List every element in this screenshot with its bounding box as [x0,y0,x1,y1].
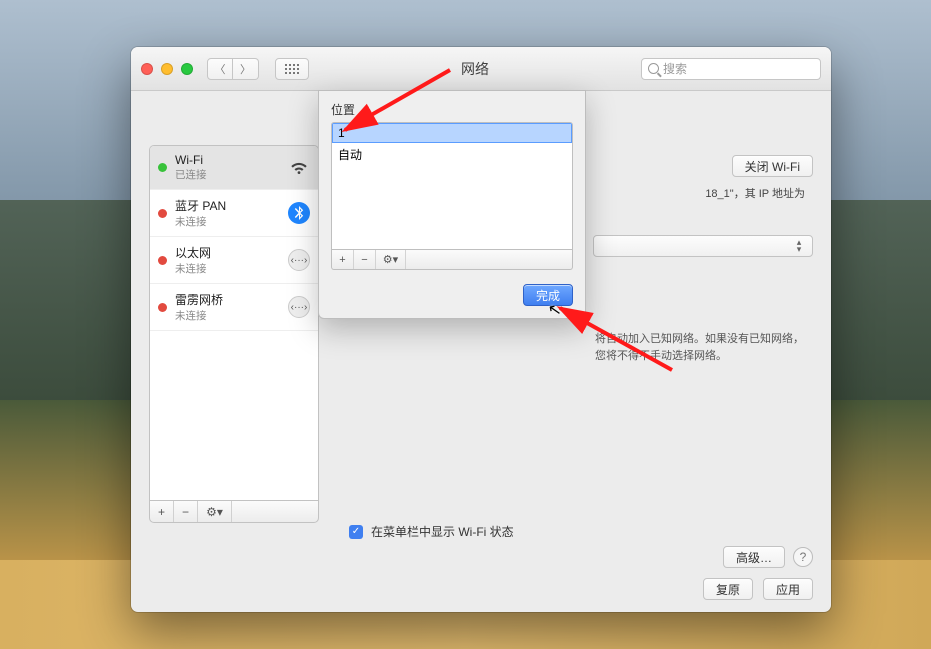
service-actions-button[interactable]: ⚙︎▾ [198,501,232,522]
show-menubar-label: 在菜单栏中显示 Wi-Fi 状态 [371,523,514,540]
turn-off-wifi-button[interactable]: 关闭 Wi-Fi [732,155,813,177]
service-item-wifi[interactable]: Wi-Fi 已连接 [150,146,318,190]
service-item-thunderbolt[interactable]: 雷雳网桥 未连接 ‹···› [150,284,318,331]
traffic-lights [141,63,193,75]
sheet-title: 位置 [331,101,573,118]
help-button[interactable]: ? [793,547,813,567]
bluetooth-icon [288,202,310,224]
forward-button[interactable]: 〉 [233,58,259,80]
auto-join-help-text: 将自动加入已知网络。如果没有已知网络，您将不得不手动选择网络。 [595,331,805,364]
service-name: 蓝牙 PAN [175,197,280,214]
show-all-button[interactable] [275,58,309,80]
service-name: 雷雳网桥 [175,291,280,308]
close-icon[interactable] [141,63,153,75]
service-name: Wi-Fi [175,153,280,167]
titlebar: 〈 〉 网络 搜索 [131,47,831,91]
status-dot-icon [158,163,167,172]
advanced-button[interactable]: 高级… [723,546,785,568]
service-item-bluetooth[interactable]: 蓝牙 PAN 未连接 [150,190,318,237]
add-service-button[interactable]: + [150,501,174,522]
location-item[interactable]: 1 [332,123,572,143]
thunderbolt-icon: ‹···› [288,296,310,318]
add-location-button[interactable]: + [332,250,354,269]
service-name: 以太网 [175,244,280,261]
search-input[interactable]: 搜索 [641,58,821,80]
revert-button[interactable]: 复原 [703,578,753,600]
remove-location-button[interactable]: − [354,250,376,269]
apply-button[interactable]: 应用 [763,578,813,600]
service-status: 未连接 [175,214,280,229]
back-button[interactable]: 〈 [207,58,233,80]
connection-status-text: 18_1"，其 IP 地址为 [705,185,805,201]
window-title: 网络 [317,59,633,79]
service-status: 已连接 [175,167,280,182]
location-actions-button[interactable]: ⚙︎▾ [376,250,406,269]
network-name-select[interactable]: ▴▾ [593,235,813,257]
service-sidebar: Wi-Fi 已连接 蓝牙 PAN 未连接 [149,145,319,523]
search-icon [648,63,659,74]
status-dot-icon [158,209,167,218]
remove-service-button[interactable]: − [174,501,198,522]
minimize-icon[interactable] [161,63,173,75]
status-dot-icon [158,303,167,312]
status-dot-icon [158,256,167,265]
ethernet-icon: ‹···› [288,249,310,271]
service-item-ethernet[interactable]: 以太网 未连接 ‹···› [150,237,318,284]
service-status: 未连接 [175,308,280,323]
wifi-icon [288,157,310,179]
location-list: 1 自动 [331,122,573,250]
location-editor-sheet: 位置 1 自动 + − ⚙︎▾ 完成 [318,90,586,319]
service-status: 未连接 [175,261,280,276]
service-list: Wi-Fi 已连接 蓝牙 PAN 未连接 [149,145,319,501]
show-menubar-checkbox[interactable]: ✓ [349,525,363,539]
stepper-caret-icon: ▴▾ [792,239,806,253]
show-menubar-row: ✓ 在菜单栏中显示 Wi-Fi 状态 [149,523,813,540]
search-placeholder: 搜索 [663,60,687,77]
service-list-footer: + − ⚙︎▾ [149,501,319,523]
grid-icon [285,64,299,74]
location-list-toolbar: + − ⚙︎▾ [331,250,573,270]
nav-back-forward: 〈 〉 [207,58,259,80]
location-item[interactable]: 自动 [332,143,572,166]
zoom-icon[interactable] [181,63,193,75]
